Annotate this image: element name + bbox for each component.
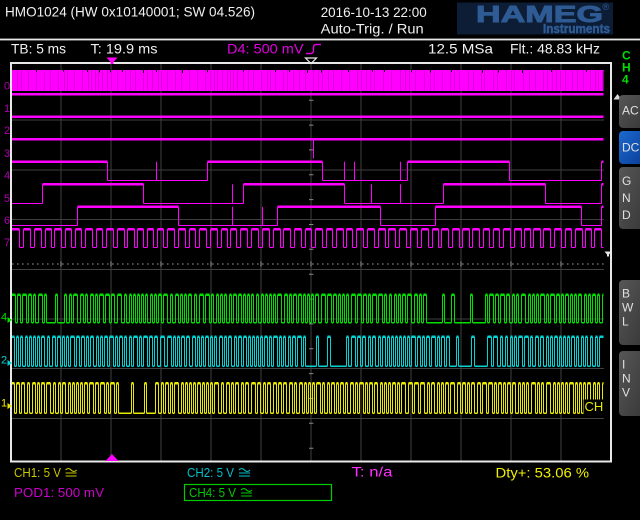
svg-text:CH4: 5 V: CH4: 5 V [189,485,236,500]
svg-text:4: 4 [1,312,7,324]
svg-text:HMO1024 (HW 0x10140001; SW 04.: HMO1024 (HW 0x10140001; SW 04.526) [5,4,255,20]
svg-text:CH,: CH, [585,399,607,414]
svg-text:6: 6 [4,215,10,227]
svg-text:2: 2 [1,355,7,367]
svg-text:T: n/a: T: n/a [352,464,393,480]
svg-text:POD1: 500 mV: POD1: 500 mV [14,485,104,500]
svg-text:N: N [622,372,631,386]
svg-text:G: G [622,174,631,188]
svg-text:Flt.: 48.83 kHz: Flt.: 48.83 kHz [510,41,600,57]
svg-text:L: L [622,315,629,329]
svg-text:V: V [622,386,630,400]
svg-text:5: 5 [4,193,10,205]
svg-text:B: B [622,287,630,301]
svg-text:W: W [622,301,634,315]
svg-text:D4: 500 mV: D4: 500 mV [227,41,304,57]
svg-text:I: I [622,358,625,372]
svg-text:D: D [622,208,631,222]
svg-text:DC: DC [622,141,640,155]
svg-text:3: 3 [4,148,10,160]
svg-text:AC: AC [622,104,639,118]
svg-text:7: 7 [4,237,10,249]
svg-text:12.5 MSa: 12.5 MSa [428,41,493,57]
svg-text:TB: 5 ms: TB: 5 ms [11,41,66,57]
svg-text:1: 1 [4,103,10,115]
svg-text:2016-10-13 22:00: 2016-10-13 22:00 [321,4,427,20]
svg-text:Dty+: 53.06 %: Dty+: 53.06 % [496,465,590,481]
svg-text:0: 0 [4,81,10,93]
svg-text:4: 4 [4,170,10,182]
svg-text:®: ® [603,2,610,12]
svg-text:N: N [622,191,631,205]
svg-text:Instruments: Instruments [543,21,610,36]
svg-text:2: 2 [4,125,10,137]
svg-text:Auto-Trig. / Run: Auto-Trig. / Run [321,20,424,36]
svg-text:CH1: 5 V: CH1: 5 V [14,465,61,480]
svg-text:4: 4 [622,73,629,87]
svg-text:1: 1 [1,398,7,410]
svg-text:CH2: 5 V: CH2: 5 V [187,465,234,480]
svg-text:T: 19.9 ms: T: 19.9 ms [91,41,158,57]
